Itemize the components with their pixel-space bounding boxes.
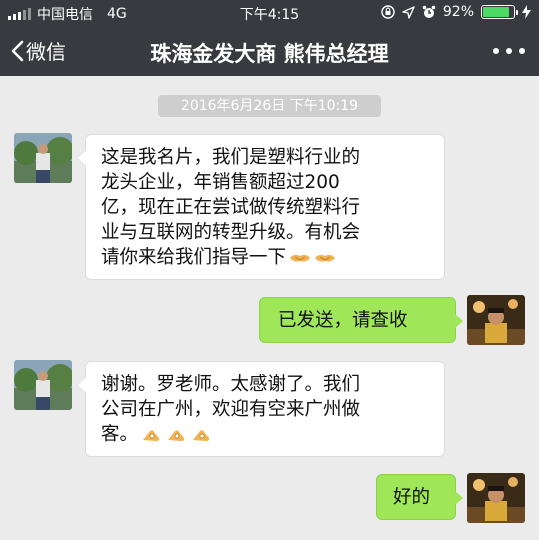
chat-timestamp: 2016年6月26日 下午10:19 bbox=[158, 95, 381, 117]
battery-fill bbox=[483, 7, 509, 17]
message-line: 客。 bbox=[101, 422, 431, 447]
message-line: 谢谢。罗老师。太感谢了。我们 bbox=[101, 374, 361, 395]
ok-hand-emoji-icon bbox=[143, 430, 160, 441]
message-line: 请你来给我们指导一下 bbox=[101, 245, 431, 270]
battery-icon bbox=[481, 5, 518, 19]
my-avatar-photo bbox=[467, 295, 525, 345]
message-line: 亿，现在正在尝试做传统塑料行 bbox=[101, 197, 361, 218]
contact-avatar[interactable] bbox=[14, 133, 72, 183]
message-bubble-outgoing-1[interactable]: 已发送，请查收 bbox=[259, 297, 463, 343]
my-avatar[interactable] bbox=[467, 473, 525, 523]
contact-avatar-photo bbox=[14, 133, 72, 183]
chat-title: 珠海金发大商 熊伟总经理 bbox=[150, 42, 389, 66]
message-line: 龙头企业，年销售额超过200 bbox=[101, 172, 340, 193]
more-icon[interactable] bbox=[493, 48, 525, 54]
message-line: 业与互联网的转型升级。有机会 bbox=[101, 222, 361, 243]
ok-hand-emoji-icon bbox=[168, 430, 185, 441]
handshake-emoji-icon bbox=[315, 254, 336, 262]
location-icon bbox=[402, 5, 415, 19]
message-line: 好的 bbox=[393, 487, 431, 508]
my-avatar-photo bbox=[467, 473, 525, 523]
contact-avatar-photo bbox=[14, 360, 72, 410]
message-line: 这是我名片，我们是塑料行业的 bbox=[101, 147, 361, 168]
my-avatar[interactable] bbox=[467, 295, 525, 345]
message-bubble-incoming-1[interactable]: 这是我名片，我们是塑料行业的 龙头企业，年销售额超过200 亿，现在正在尝试做传… bbox=[78, 134, 445, 280]
handshake-emoji-icon bbox=[290, 254, 311, 262]
alarm-icon bbox=[422, 5, 436, 18]
message-line: 公司在广州，欢迎有空来广州做 bbox=[101, 399, 361, 420]
message-line: 已发送，请查收 bbox=[278, 310, 408, 331]
nav-bar: 微信 珠海金发大商 熊伟总经理 bbox=[0, 26, 539, 76]
status-bar: 中国电信 4G 下午4:15 92% bbox=[0, 0, 539, 26]
orientation-lock-icon bbox=[381, 5, 395, 19]
battery-percent: 92% bbox=[442, 4, 474, 20]
charging-icon bbox=[522, 5, 531, 19]
message-bubble-outgoing-2[interactable]: 好的 bbox=[376, 474, 463, 520]
message-bubble-incoming-2[interactable]: 谢谢。罗老师。太感谢了。我们 公司在广州，欢迎有空来广州做 客。 bbox=[78, 361, 445, 457]
ok-hand-emoji-icon bbox=[193, 430, 210, 441]
contact-avatar[interactable] bbox=[14, 360, 72, 410]
status-right: 92% bbox=[381, 4, 531, 20]
